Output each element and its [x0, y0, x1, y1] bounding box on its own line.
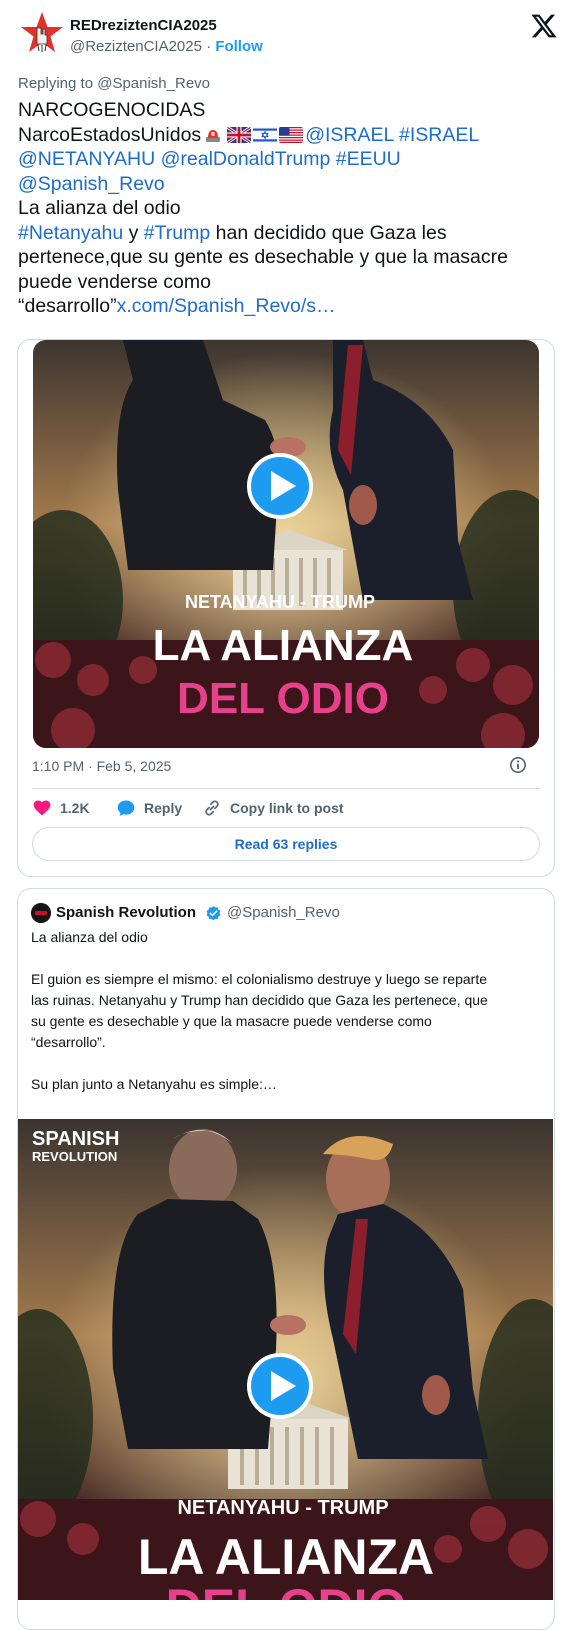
- rotating-light-icon: [206, 129, 221, 142]
- tweet-line: NarcoEstadosUnidos @ISRAEL #ISRAEL: [18, 123, 553, 148]
- copy-link-button[interactable]: Copy link to post: [202, 795, 352, 821]
- info-icon[interactable]: [509, 756, 527, 774]
- quoted-poster-image: SPANISH REVOLUTION NETANYAHU - TRUMP LA …: [18, 1119, 553, 1600]
- tweet-text-segment: NarcoEstadosUnidos: [18, 123, 202, 146]
- quoted-author-avatar[interactable]: [31, 903, 51, 923]
- tweet-line: “desarrollo”x.com/Spanish_Revo/s…: [18, 294, 553, 319]
- poster-title-line1: LA ALIANZA: [153, 621, 414, 670]
- tweet-line: NARCOGENOCIDAS: [18, 99, 206, 121]
- author-avatar[interactable]: [18, 10, 66, 58]
- tweet-text-segment: y: [123, 221, 144, 244]
- hashtag-link[interactable]: #Netanyahu: [18, 222, 123, 244]
- quoted-author-name[interactable]: Spanish Revolution: [56, 904, 196, 921]
- flag-il-icon: [253, 126, 278, 143]
- copy-link-label: Copy link to post: [230, 800, 344, 816]
- tweet-text-segment: “desarrollo”: [18, 295, 117, 317]
- tweet-line: puede venderse como: [18, 270, 211, 293]
- tweet-link[interactable]: @Spanish_Revo: [18, 172, 553, 197]
- tweet-link[interactable]: @NETANYAHU @realDonaldTrump #EEUU: [18, 147, 553, 172]
- hashtag-link[interactable]: #Trump: [144, 222, 210, 244]
- flag-gb-icon: [227, 126, 252, 143]
- quoted-paragraph-line: El guion es siempre el mismo: el colonia…: [31, 971, 487, 987]
- play-button[interactable]: [247, 453, 313, 519]
- watermark-line1: SPANISH: [32, 1128, 119, 1150]
- heart-icon: [33, 800, 51, 816]
- tweet-line: La alianza del odio: [18, 197, 181, 219]
- quoted-paragraph-line: las ruinas. Netanyahu y Trump han decidi…: [31, 992, 488, 1008]
- quoted-paragraph-line: su gente es desechable y que la masacre …: [31, 1013, 432, 1029]
- tweet-header: REDreziztenCIA2025 @ReziztenCIA2025 · Fo…: [18, 10, 558, 62]
- quoted-poster-title-line1: LA ALIANZA: [138, 1529, 434, 1585]
- reply-bubble-icon: [117, 800, 135, 816]
- read-replies-button[interactable]: Read 63 replies: [32, 827, 540, 861]
- tweet-text: NARCOGENOCIDAS NarcoEstadosUnidos @ISRAEL…: [18, 98, 553, 319]
- watermark-line2: REVOLUTION: [32, 1149, 117, 1164]
- tweet-link[interactable]: @ISRAEL #ISRAEL: [305, 124, 479, 146]
- reply-label: Reply: [144, 800, 183, 816]
- tweet-text-segment: han decidido que Gaza les: [210, 221, 447, 244]
- flag-us-icon: [279, 126, 304, 143]
- quoted-paragraph: La alianza del odio: [31, 929, 148, 945]
- link-icon: [205, 800, 219, 816]
- like-button[interactable]: 1.2K: [32, 795, 102, 821]
- card-divider: [32, 788, 540, 789]
- tweet-timestamp[interactable]: 1:10 PM · Feb 5, 2025: [32, 758, 171, 774]
- quoted-paragraph-line: “desarrollo”.: [31, 1034, 106, 1050]
- quoted-tweet-text: La alianza del odio El guion es siempre …: [31, 927, 546, 1095]
- poster-title-line2: DEL ODIO: [177, 674, 389, 723]
- video-thumbnail[interactable]: NETANYAHU - TRUMP LA ALIANZA DEL ODIO: [33, 340, 539, 748]
- author-handle-line: @ReziztenCIA2025 · Follow: [70, 38, 263, 55]
- author-handle[interactable]: @ReziztenCIA2025: [70, 38, 202, 55]
- follow-button[interactable]: Follow: [215, 38, 263, 55]
- tweet-line: pertenece,que su gente es desechable y q…: [18, 246, 508, 268]
- tweet-line: #Netanyahu y #Trump han decidido que Gaz…: [18, 221, 553, 246]
- verified-badge-icon: [206, 906, 221, 921]
- author-display-name[interactable]: REDreziztenCIA2025: [70, 17, 217, 34]
- quoted-author-handle[interactable]: @Spanish_Revo: [227, 904, 340, 921]
- like-count: 1.2K: [60, 800, 90, 816]
- poster-subtitle: NETANYAHU - TRUMP: [185, 592, 375, 612]
- quoted-play-button[interactable]: [247, 1353, 313, 1419]
- tweet-link[interactable]: x.com/Spanish_Revo/s…: [117, 295, 336, 317]
- x-logo-icon[interactable]: [530, 12, 558, 40]
- replying-to-label[interactable]: Replying to @Spanish_Revo: [18, 75, 210, 92]
- handle-separator: ·: [201, 38, 216, 55]
- poster-image: NETANYAHU - TRUMP LA ALIANZA DEL ODIO: [33, 340, 539, 748]
- quoted-poster-title-line2: DEL ODIO: [166, 1579, 407, 1600]
- reply-button[interactable]: Reply: [116, 795, 186, 821]
- quoted-poster-subtitle: NETANYAHU - TRUMP: [177, 1497, 388, 1519]
- quoted-paragraph: Su plan junto a Netanyahu es simple:…: [31, 1076, 277, 1092]
- quoted-video-thumbnail[interactable]: SPANISH REVOLUTION NETANYAHU - TRUMP LA …: [18, 1119, 553, 1600]
